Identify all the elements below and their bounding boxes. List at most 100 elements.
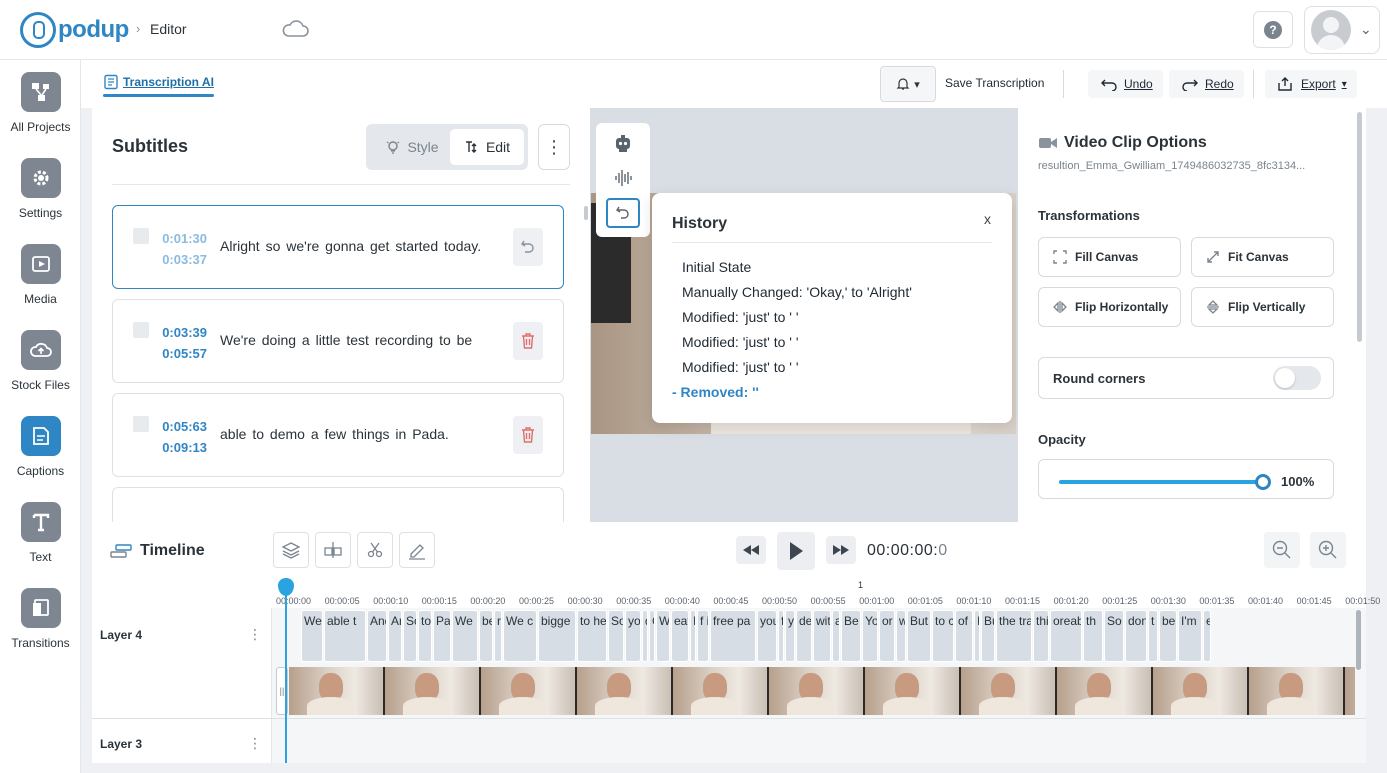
- caption-clip[interactable]: to: [418, 610, 432, 662]
- caption-clip[interactable]: de: [796, 610, 812, 662]
- caption-clip[interactable]: bigge: [538, 610, 576, 662]
- video-thumbnail[interactable]: [769, 667, 865, 715]
- timeline-ruler[interactable]: 1 00:00:00 00:00:05 00:00:10 00:00:15 00:00:…: [274, 578, 1380, 608]
- caption-clip[interactable]: Bu: [981, 610, 995, 662]
- flip-horizontally-button[interactable]: Flip Horizontally: [1038, 287, 1181, 327]
- caption-clip[interactable]: Yo: [862, 610, 878, 662]
- edit-tab[interactable]: Edit: [450, 129, 524, 165]
- caption-clip[interactable]: I: [974, 610, 980, 662]
- layer-name[interactable]: Layer 3: [100, 737, 142, 751]
- zoom-in-button[interactable]: [1310, 532, 1346, 568]
- subtitle-text[interactable]: We're doing a little test recording to b…: [220, 332, 472, 348]
- history-item-current[interactable]: - Removed: '': [672, 384, 759, 400]
- caption-clip[interactable]: a: [832, 610, 840, 662]
- subtitle-row[interactable]: 0:01:30 0:03:37 Alright so we're gonna g…: [112, 205, 564, 289]
- caption-clip[interactable]: W: [656, 610, 670, 662]
- caption-clip[interactable]: free pa: [710, 610, 756, 662]
- caption-clip[interactable]: y: [785, 610, 795, 662]
- caption-clip[interactable]: And: [367, 610, 387, 662]
- opacity-slider-track[interactable]: [1059, 480, 1263, 484]
- video-thumbnail[interactable]: [961, 667, 1057, 715]
- caption-clip[interactable]: oreab: [1050, 610, 1082, 662]
- video-thumbnail[interactable]: [1057, 667, 1153, 715]
- delete-button[interactable]: [513, 322, 543, 360]
- sidebar-item-settings[interactable]: Settings: [0, 158, 81, 220]
- caption-clip[interactable]: d: [642, 610, 648, 662]
- sidebar-item-stock-files[interactable]: Stock Files: [0, 330, 81, 392]
- export-button[interactable]: Export ▾: [1265, 70, 1357, 98]
- caption-clip[interactable]: eat: [671, 610, 689, 662]
- history-button[interactable]: [606, 198, 640, 228]
- caption-clip[interactable]: So: [1104, 610, 1124, 662]
- caption-clip[interactable]: f i: [697, 610, 709, 662]
- caption-clip[interactable]: I'm: [1178, 610, 1202, 662]
- caption-clip[interactable]: We: [452, 610, 478, 662]
- caption-clip[interactable]: to c: [932, 610, 954, 662]
- row-checkbox[interactable]: [133, 228, 149, 244]
- video-thumbnail[interactable]: [289, 667, 385, 715]
- caption-clip[interactable]: e: [1203, 610, 1211, 662]
- video-thumbnail[interactable]: [865, 667, 961, 715]
- playhead[interactable]: [285, 588, 287, 763]
- caption-clip[interactable]: th: [1083, 610, 1103, 662]
- caption-clip[interactable]: you: [757, 610, 777, 662]
- scrollbar[interactable]: [584, 206, 588, 220]
- caption-clip[interactable]: r: [494, 610, 502, 662]
- history-item[interactable]: Modified: 'just' to ' ': [682, 309, 799, 325]
- sidebar-item-all-projects[interactable]: All Projects: [0, 72, 81, 134]
- caption-clip[interactable]: you: [625, 610, 641, 662]
- zoom-out-button[interactable]: [1264, 532, 1300, 568]
- breadcrumb[interactable]: Editor: [150, 21, 187, 37]
- history-item[interactable]: Modified: 'just' to ' ': [682, 359, 799, 375]
- close-icon[interactable]: x: [984, 211, 991, 227]
- subtitle-row[interactable]: 0:03:39 0:05:57 We're doing a little tes…: [112, 299, 564, 383]
- subtitle-text[interactable]: Alright so we're gonna get started today…: [220, 238, 481, 254]
- podup-logo[interactable]: podup: [20, 12, 129, 48]
- subtitle-text[interactable]: able to demo a few things in Pada.: [220, 426, 449, 442]
- layers-button[interactable]: [273, 532, 309, 568]
- caption-clip[interactable]: But: [907, 610, 931, 662]
- caption-clip[interactable]: able t: [324, 610, 366, 662]
- tab-transcription-ai[interactable]: Transcription AI: [103, 74, 214, 97]
- subtitle-times[interactable]: 0:05:63 0:09:13: [157, 416, 207, 458]
- video-thumbnail[interactable]: [673, 667, 769, 715]
- caption-clip[interactable]: w: [896, 610, 906, 662]
- row-checkbox[interactable]: [133, 322, 149, 338]
- history-item[interactable]: Initial State: [682, 259, 751, 275]
- style-tab[interactable]: Style: [374, 129, 450, 165]
- subtitle-row[interactable]: [112, 487, 564, 527]
- subtitle-times[interactable]: 0:01:30 0:03:37: [157, 228, 207, 270]
- sidebar-item-text[interactable]: Text: [0, 502, 81, 564]
- caption-clip[interactable]: don: [1125, 610, 1147, 662]
- scrollbar[interactable]: [1357, 112, 1362, 342]
- subtitle-row[interactable]: 0:05:63 0:09:13 able to demo a few thing…: [112, 393, 564, 477]
- redo-button[interactable]: Redo: [1169, 70, 1244, 98]
- fit-canvas-button[interactable]: Fit Canvas: [1191, 237, 1334, 277]
- account-menu-button[interactable]: ⌄: [1304, 6, 1380, 54]
- flip-vertically-button[interactable]: Flip Vertically: [1191, 287, 1334, 327]
- caption-clip[interactable]: thi: [1033, 610, 1049, 662]
- delete-button[interactable]: [513, 416, 543, 454]
- layer-menu-icon[interactable]: ⋮: [248, 735, 262, 752]
- layer-name[interactable]: Layer 4: [100, 628, 142, 642]
- caption-clip[interactable]: be: [1159, 610, 1177, 662]
- edit-clip-button[interactable]: [399, 532, 435, 568]
- caption-clip[interactable]: Ar: [388, 610, 402, 662]
- round-corners-toggle[interactable]: [1273, 366, 1321, 390]
- caption-clip[interactable]: wit: [813, 610, 831, 662]
- sidebar-item-transitions[interactable]: Transitions: [0, 588, 81, 650]
- caption-clip[interactable]: Pa: [433, 610, 451, 662]
- history-item[interactable]: Modified: 'just' to ' ': [682, 334, 799, 350]
- video-thumbnail[interactable]: [481, 667, 577, 715]
- scrollbar[interactable]: [1356, 610, 1361, 670]
- split-button[interactable]: [315, 532, 351, 568]
- caption-clip[interactable]: the tra: [996, 610, 1032, 662]
- caption-clip[interactable]: I: [690, 610, 696, 662]
- undo-button[interactable]: Undo: [1088, 70, 1163, 98]
- cut-button[interactable]: [357, 532, 393, 568]
- opacity-slider-handle[interactable]: [1255, 474, 1271, 490]
- subtitle-times[interactable]: 0:03:39 0:05:57: [157, 322, 207, 364]
- caption-clip[interactable]: be: [479, 610, 493, 662]
- caption-clip[interactable]: of s: [955, 610, 973, 662]
- sidebar-item-captions[interactable]: Captions: [0, 416, 81, 478]
